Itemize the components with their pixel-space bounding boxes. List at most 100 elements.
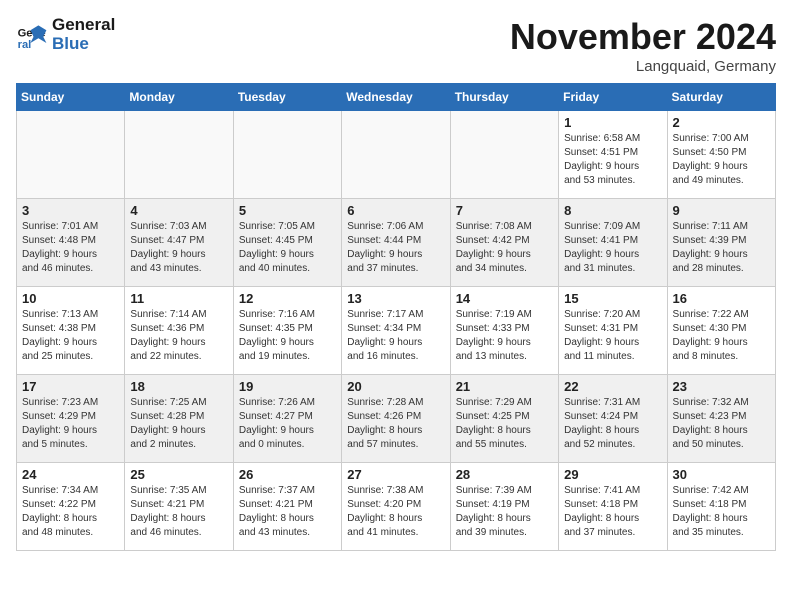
day-number: 23 — [673, 379, 770, 394]
day-cell: 25Sunrise: 7:35 AM Sunset: 4:21 PM Dayli… — [125, 463, 233, 551]
day-cell: 18 Sunrise: 7:25 AM Sunset: 4:28 PM Dayli… — [125, 375, 233, 463]
day-cell: 27Sunrise: 7:38 AM Sunset: 4:20 PM Dayli… — [342, 463, 450, 551]
week-row-4: 17Sunrise: 7:23 AM Sunset: 4:29 PM Dayli… — [17, 375, 776, 463]
day-info: Sunrise: 7:34 AM Sunset: 4:22 PM Dayligh… — [22, 484, 119, 540]
day-info: Sunrise: 7:17 AM Sunset: 4:34 PM Dayligh… — [347, 308, 444, 364]
day-number: 20 — [347, 379, 444, 394]
day-info: Sunrise: 7:42 AM Sunset: 4:18 PM Dayligh… — [673, 484, 770, 540]
day-info: Sunrise: 7:39 AM Sunset: 4:19 PM Dayligh… — [456, 484, 553, 540]
day-cell: 4Sunrise: 7:03 AM Sunset: 4:47 PM Daylig… — [125, 199, 233, 287]
col-header-wednesday: Wednesday — [342, 84, 450, 111]
week-row-1: 1 Sunrise: 6:58 AM Sunset: 4:51 PM Daylig… — [17, 111, 776, 199]
day-number: 6 — [347, 203, 444, 218]
day-info: Sunrise: 7:06 AM Sunset: 4:44 PM Dayligh… — [347, 220, 444, 276]
day-number: 11 — [130, 291, 227, 306]
day-number: 10 — [22, 291, 119, 306]
day-cell: 21 Sunrise: 7:29 AM Sunset: 4:25 PM Dayli… — [450, 375, 558, 463]
col-header-thursday: Thursday — [450, 84, 558, 111]
logo: Gene ral General Blue — [16, 16, 115, 53]
day-info: Sunrise: 7:05 AM Sunset: 4:45 PM Dayligh… — [239, 220, 336, 276]
day-info: Sunrise: 7:26 AM Sunset: 4:27 PM Dayligh… — [239, 396, 336, 452]
day-cell — [233, 111, 341, 199]
day-cell: 14Sunrise: 7:19 AM Sunset: 4:33 PM Dayli… — [450, 287, 558, 375]
week-row-3: 10 Sunrise: 7:13 AM Sunset: 4:38 PM Dayli… — [17, 287, 776, 375]
day-number: 26 — [239, 467, 336, 482]
day-number: 9 — [673, 203, 770, 218]
day-info: Sunrise: 7:25 AM Sunset: 4:28 PM Dayligh… — [130, 396, 227, 452]
day-cell: 26 Sunrise: 7:37 AM Sunset: 4:21 PM Dayli… — [233, 463, 341, 551]
day-number: 24 — [22, 467, 119, 482]
day-cell: 24 Sunrise: 7:34 AM Sunset: 4:22 PM Dayli… — [17, 463, 125, 551]
day-cell: 30 Sunrise: 7:42 AM Sunset: 4:18 PM Dayli… — [667, 463, 775, 551]
col-header-friday: Friday — [559, 84, 667, 111]
day-cell: 17Sunrise: 7:23 AM Sunset: 4:29 PM Dayli… — [17, 375, 125, 463]
day-number: 16 — [673, 291, 770, 306]
day-cell: 29Sunrise: 7:41 AM Sunset: 4:18 PM Dayli… — [559, 463, 667, 551]
day-info: Sunrise: 7:20 AM Sunset: 4:31 PM Dayligh… — [564, 308, 661, 364]
col-header-saturday: Saturday — [667, 84, 775, 111]
day-cell: 10 Sunrise: 7:13 AM Sunset: 4:38 PM Dayli… — [17, 287, 125, 375]
day-number: 2 — [673, 115, 770, 130]
day-cell: 19 Sunrise: 7:26 AM Sunset: 4:27 PM Dayli… — [233, 375, 341, 463]
day-number: 19 — [239, 379, 336, 394]
day-number: 8 — [564, 203, 661, 218]
day-info: Sunrise: 7:37 AM Sunset: 4:21 PM Dayligh… — [239, 484, 336, 540]
day-number: 12 — [239, 291, 336, 306]
day-info: Sunrise: 7:29 AM Sunset: 4:25 PM Dayligh… — [456, 396, 553, 452]
day-cell: 16 Sunrise: 7:22 AM Sunset: 4:30 PM Dayli… — [667, 287, 775, 375]
day-number: 3 — [22, 203, 119, 218]
location: Langquaid, Germany — [510, 58, 776, 75]
day-info: Sunrise: 7:22 AM Sunset: 4:30 PM Dayligh… — [673, 308, 770, 364]
day-number: 21 — [456, 379, 553, 394]
week-row-5: 24 Sunrise: 7:34 AM Sunset: 4:22 PM Dayli… — [17, 463, 776, 551]
col-header-sunday: Sunday — [17, 84, 125, 111]
day-cell: 6 Sunrise: 7:06 AM Sunset: 4:44 PM Daylig… — [342, 199, 450, 287]
day-cell — [450, 111, 558, 199]
day-number: 5 — [239, 203, 336, 218]
logo-icon: Gene ral — [16, 19, 48, 51]
day-number: 13 — [347, 291, 444, 306]
day-cell: 5 Sunrise: 7:05 AM Sunset: 4:45 PM Daylig… — [233, 199, 341, 287]
day-number: 30 — [673, 467, 770, 482]
day-cell: 22Sunrise: 7:31 AM Sunset: 4:24 PM Dayli… — [559, 375, 667, 463]
day-cell: 2 Sunrise: 7:00 AM Sunset: 4:50 PM Daylig… — [667, 111, 775, 199]
day-cell: 28 Sunrise: 7:39 AM Sunset: 4:19 PM Dayli… — [450, 463, 558, 551]
day-info: Sunrise: 7:11 AM Sunset: 4:39 PM Dayligh… — [673, 220, 770, 276]
calendar-table: SundayMondayTuesdayWednesdayThursdayFrid… — [16, 83, 776, 551]
week-row-2: 3 Sunrise: 7:01 AM Sunset: 4:48 PM Daylig… — [17, 199, 776, 287]
header-row: SundayMondayTuesdayWednesdayThursdayFrid… — [17, 84, 776, 111]
day-cell — [125, 111, 233, 199]
page-header: Gene ral General Blue November 2024 Lang… — [16, 16, 776, 75]
day-number: 4 — [130, 203, 227, 218]
day-cell: 1 Sunrise: 6:58 AM Sunset: 4:51 PM Daylig… — [559, 111, 667, 199]
day-number: 28 — [456, 467, 553, 482]
day-cell: 11 Sunrise: 7:14 AM Sunset: 4:36 PM Dayli… — [125, 287, 233, 375]
day-cell: 13 Sunrise: 7:17 AM Sunset: 4:34 PM Dayli… — [342, 287, 450, 375]
day-cell: 8 Sunrise: 7:09 AM Sunset: 4:41 PM Daylig… — [559, 199, 667, 287]
day-cell: 15Sunrise: 7:20 AM Sunset: 4:31 PM Dayli… — [559, 287, 667, 375]
day-cell: 23 Sunrise: 7:32 AM Sunset: 4:23 PM Dayli… — [667, 375, 775, 463]
logo-line2: Blue — [52, 35, 115, 54]
day-info: Sunrise: 7:13 AM Sunset: 4:38 PM Dayligh… — [22, 308, 119, 364]
day-info: Sunrise: 7:23 AM Sunset: 4:29 PM Dayligh… — [22, 396, 119, 452]
day-info: Sunrise: 7:00 AM Sunset: 4:50 PM Dayligh… — [673, 132, 770, 188]
day-info: Sunrise: 7:09 AM Sunset: 4:41 PM Dayligh… — [564, 220, 661, 276]
col-header-tuesday: Tuesday — [233, 84, 341, 111]
day-info: Sunrise: 7:32 AM Sunset: 4:23 PM Dayligh… — [673, 396, 770, 452]
day-cell: 9 Sunrise: 7:11 AM Sunset: 4:39 PM Daylig… — [667, 199, 775, 287]
day-info: Sunrise: 7:38 AM Sunset: 4:20 PM Dayligh… — [347, 484, 444, 540]
day-cell: 7Sunrise: 7:08 AM Sunset: 4:42 PM Daylig… — [450, 199, 558, 287]
day-number: 25 — [130, 467, 227, 482]
day-info: Sunrise: 7:28 AM Sunset: 4:26 PM Dayligh… — [347, 396, 444, 452]
title-block: November 2024 Langquaid, Germany — [510, 16, 776, 75]
day-number: 14 — [456, 291, 553, 306]
svg-text:ral: ral — [18, 38, 32, 50]
day-number: 1 — [564, 115, 661, 130]
day-cell: 20 Sunrise: 7:28 AM Sunset: 4:26 PM Dayli… — [342, 375, 450, 463]
day-info: Sunrise: 7:14 AM Sunset: 4:36 PM Dayligh… — [130, 308, 227, 364]
day-info: Sunrise: 6:58 AM Sunset: 4:51 PM Dayligh… — [564, 132, 661, 188]
day-number: 18 — [130, 379, 227, 394]
day-info: Sunrise: 7:01 AM Sunset: 4:48 PM Dayligh… — [22, 220, 119, 276]
day-cell — [17, 111, 125, 199]
day-cell: 3 Sunrise: 7:01 AM Sunset: 4:48 PM Daylig… — [17, 199, 125, 287]
